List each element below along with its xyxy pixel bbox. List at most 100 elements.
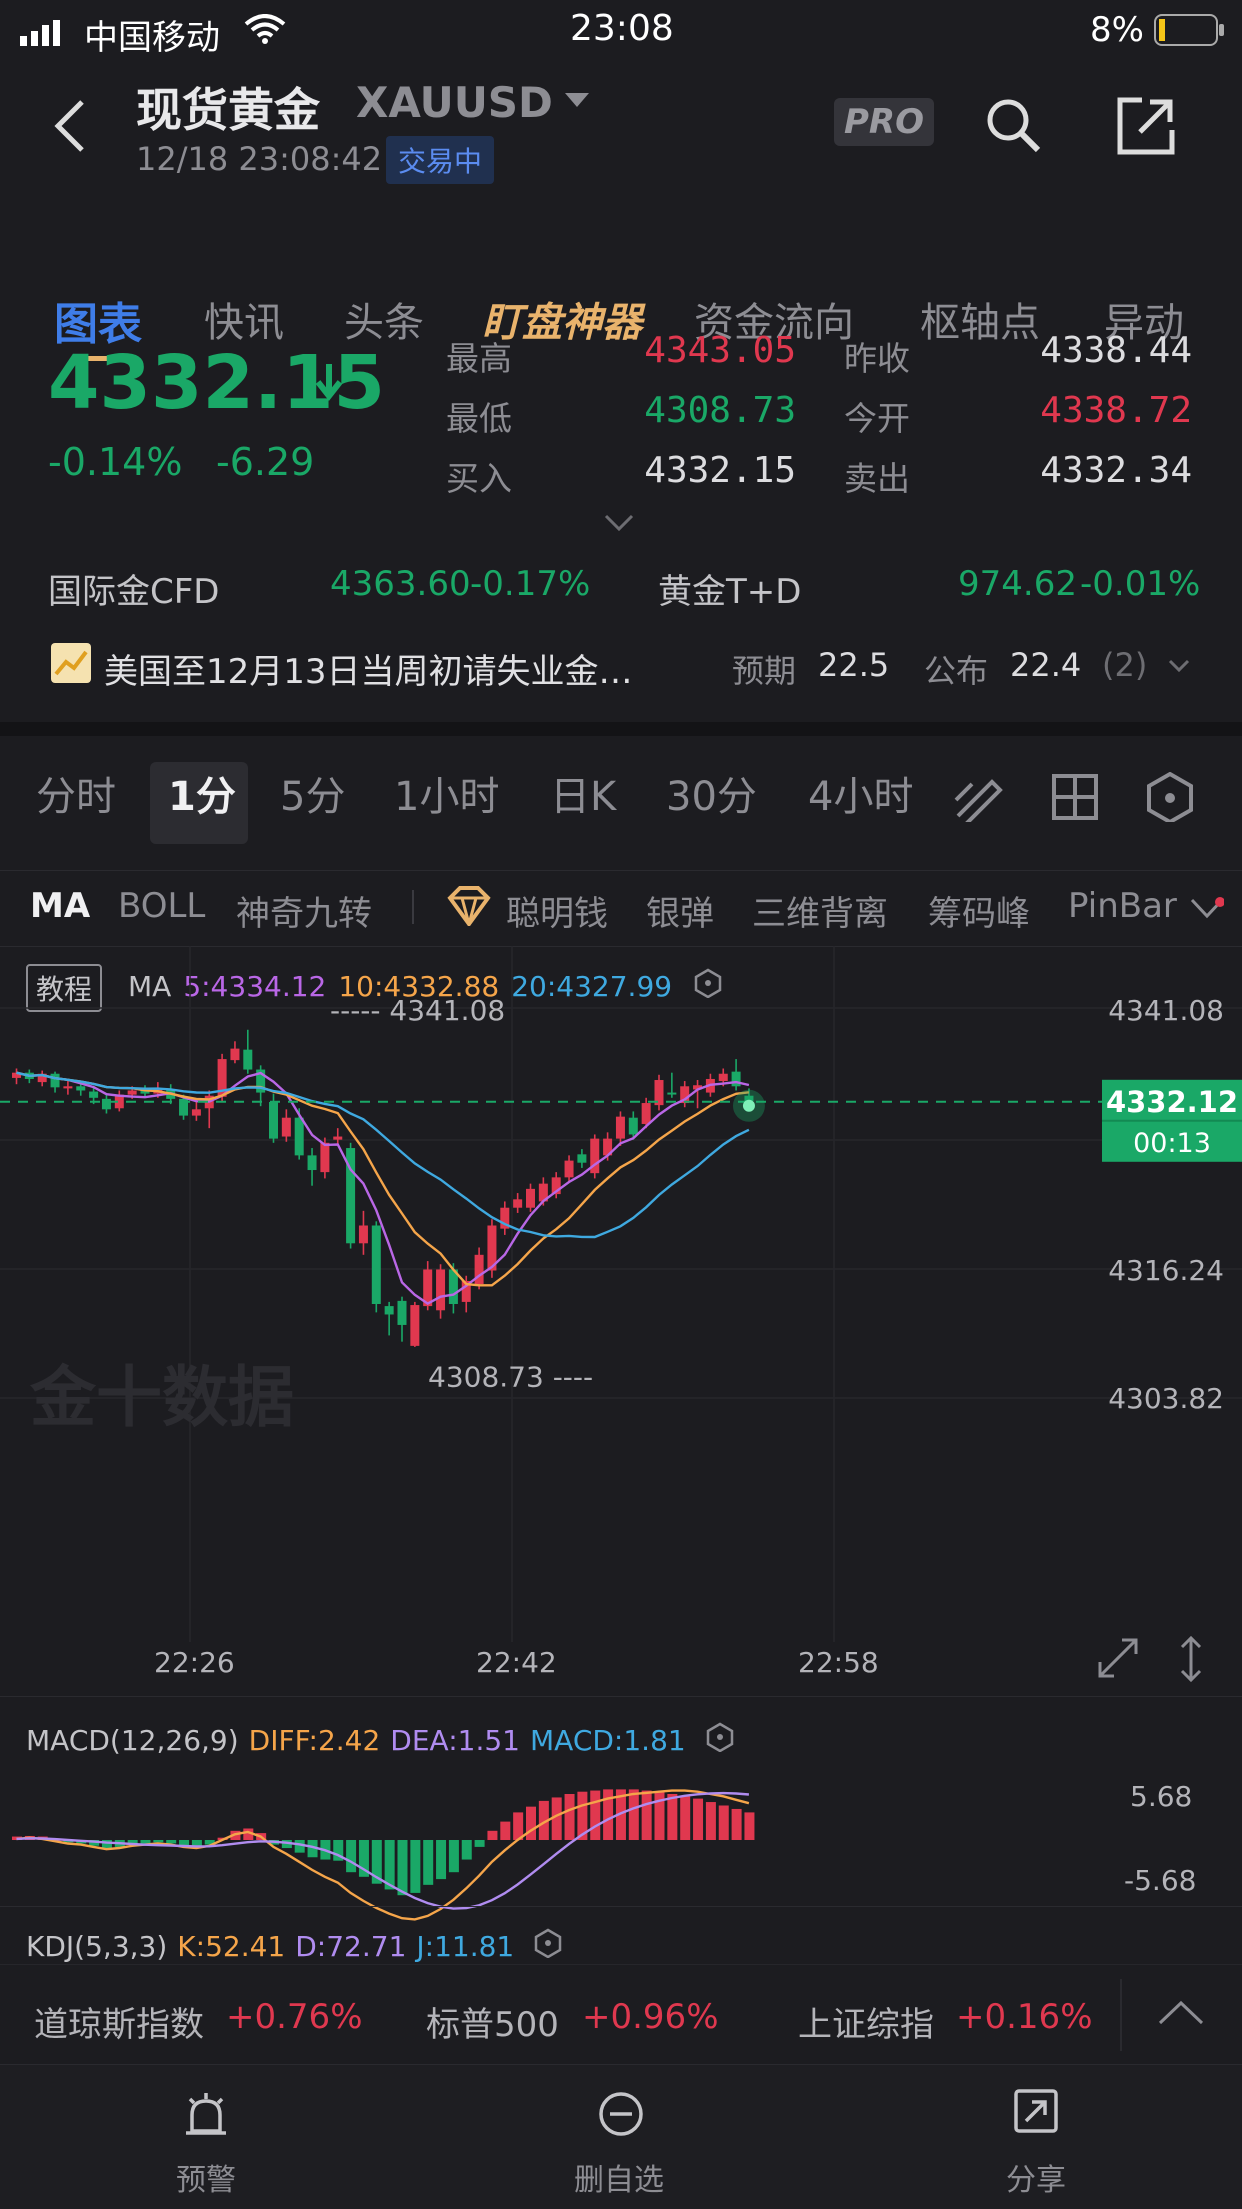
high-label: 最高: [446, 339, 512, 378]
macd-settings-icon[interactable]: [706, 1722, 734, 1759]
actual-label: 公布: [924, 652, 989, 690]
candle-body: [230, 1048, 240, 1061]
period-1min[interactable]: 1分: [168, 764, 236, 822]
max-price-marker: ----- 4341.08: [330, 994, 505, 1027]
period-30min[interactable]: 30分: [666, 764, 757, 822]
bid-label: 买入: [446, 459, 512, 498]
macd-histogram-bar: [731, 1808, 742, 1840]
share-icon[interactable]: [1116, 96, 1176, 160]
candle-body: [564, 1160, 574, 1178]
macd-histogram-bar: [680, 1796, 691, 1840]
expand-chevron-icon[interactable]: [604, 514, 634, 536]
search-icon[interactable]: [984, 96, 1044, 160]
clock: 23:08: [570, 8, 674, 49]
candle-body: [333, 1136, 343, 1140]
period-timeshare[interactable]: 分时: [36, 764, 116, 822]
open-label: 今开: [844, 399, 910, 438]
cfd-label[interactable]: 国际金CFD: [48, 564, 219, 613]
pro-badge[interactable]: PRO: [834, 98, 935, 146]
candle-body: [615, 1116, 625, 1139]
indicator-3d-divergence[interactable]: 三维背离: [752, 886, 888, 935]
candle-body: [281, 1117, 291, 1137]
countdown-label: 00:13: [1133, 1128, 1211, 1159]
current-price-badge-label: 4332.12: [1106, 1085, 1238, 1119]
battery-icon: [1154, 14, 1226, 52]
indicator-smart-money[interactable]: 聪明钱: [506, 886, 608, 935]
candle-body: [101, 1098, 111, 1110]
open-value: 4338.72: [1040, 390, 1192, 431]
macd-histogram-bar: [410, 1840, 421, 1893]
layout-grid-icon[interactable]: [1052, 774, 1098, 824]
divider: [0, 1696, 1242, 1697]
news-chevron-icon[interactable]: [1168, 658, 1190, 677]
macd-histogram-bar: [294, 1840, 305, 1853]
period-5min[interactable]: 5分: [280, 764, 345, 822]
candle-body: [89, 1091, 99, 1098]
macd-diff: DIFF:2.42: [248, 1724, 381, 1757]
macd-histogram-bar: [461, 1840, 472, 1860]
candle-body: [577, 1154, 587, 1163]
divider: [1120, 1979, 1122, 2051]
period-daily[interactable]: 日K: [550, 764, 616, 822]
macd-histogram-bar: [397, 1840, 408, 1896]
macd-y-top: 5.68: [1130, 1780, 1193, 1813]
candlestick-chart[interactable]: 金十数据 4341.08 4316.24 4303.82 ----- 4341.08 4…: [0, 946, 1242, 1642]
fullscreen-icon[interactable]: [1096, 1636, 1140, 1684]
indicator-nine-turn[interactable]: 神奇九转: [236, 886, 372, 935]
cfd-price: 4363.60: [330, 564, 471, 604]
candle-body: [667, 1092, 677, 1095]
indicator-boll[interactable]: BOLL: [118, 886, 205, 926]
remove-watchlist-icon[interactable]: [598, 2091, 644, 2141]
nav-remove-watchlist-label[interactable]: 删自选: [574, 2155, 664, 2199]
bottom-nav: 预警 删自选 分享: [0, 2064, 1242, 2209]
symbol-selector[interactable]: XAUUSD: [356, 78, 589, 127]
macd-chart: [12, 1789, 755, 1921]
indicator-silver-bullet[interactable]: 银弹: [646, 886, 714, 935]
x-label-2: 22:42: [476, 1646, 557, 1679]
chevron-up-icon[interactable]: [1158, 1999, 1204, 2031]
index-ticker[interactable]: 道琼斯指数 +0.76% 标普500 +0.96% 上证综指 +0.16%: [0, 1964, 1242, 2065]
macd-label: MACD(12,26,9): [26, 1724, 239, 1757]
indicator-chip-peak[interactable]: 筹码峰: [928, 886, 1030, 935]
nav-alert-label[interactable]: 预警: [176, 2155, 236, 2199]
back-icon[interactable]: [52, 98, 88, 158]
candle-body: [243, 1049, 253, 1070]
kdj-settings-icon[interactable]: [534, 1928, 562, 1965]
cfd-change: -0.17%: [470, 564, 591, 604]
x-label-3: 22:58: [798, 1646, 879, 1679]
indicator-pinbar[interactable]: PinBar: [1068, 886, 1177, 926]
low-value: 4308.73: [644, 390, 796, 431]
kdj-d: D:72.71: [295, 1930, 407, 1963]
macd-y-bottom: -5.68: [1124, 1864, 1197, 1897]
watermark-text: 金十数据: [29, 1359, 294, 1436]
macd-histogram-bar: [526, 1806, 536, 1840]
period-1hour[interactable]: 1小时: [394, 764, 499, 822]
nav-share-label[interactable]: 分享: [1006, 2155, 1066, 2199]
signal-icon: [20, 20, 62, 50]
indicator-ma[interactable]: MA: [30, 886, 90, 926]
td-change: -0.01%: [1080, 564, 1201, 604]
status-bar: 中国移动 23:08 8%: [0, 0, 1242, 62]
share-icon[interactable]: [1014, 2089, 1058, 2137]
ma10-line: [16, 1071, 750, 1287]
down-arrow-icon: [314, 362, 344, 406]
macd-histogram-bar: [166, 1840, 177, 1844]
ticker-change-sp500: +0.96%: [582, 1997, 719, 2037]
ticker-name-sse: 上证综指: [798, 2005, 934, 2045]
td-label[interactable]: 黄金T+D: [658, 564, 801, 613]
vertical-resize-icon[interactable]: [1176, 1634, 1206, 1688]
battery-percent: 8%: [1090, 10, 1144, 50]
period-4hour[interactable]: 4小时: [808, 764, 913, 822]
caret-down-icon: [564, 92, 589, 113]
settings-hex-icon[interactable]: [1146, 771, 1194, 826]
macd-histogram-bar: [423, 1840, 434, 1885]
change-percent: -0.14%: [48, 440, 183, 484]
draw-tool-icon[interactable]: [952, 770, 1004, 826]
alarm-icon[interactable]: [184, 2091, 228, 2143]
news-headline[interactable]: 美国至12月13日当周初请失业金…: [104, 644, 633, 693]
high-value: 4343.05: [644, 330, 796, 371]
macd-histogram-bar: [474, 1840, 485, 1847]
candle-body: [641, 1103, 651, 1124]
candle-body: [474, 1254, 484, 1285]
indicator-expand-icon[interactable]: [1190, 896, 1225, 924]
